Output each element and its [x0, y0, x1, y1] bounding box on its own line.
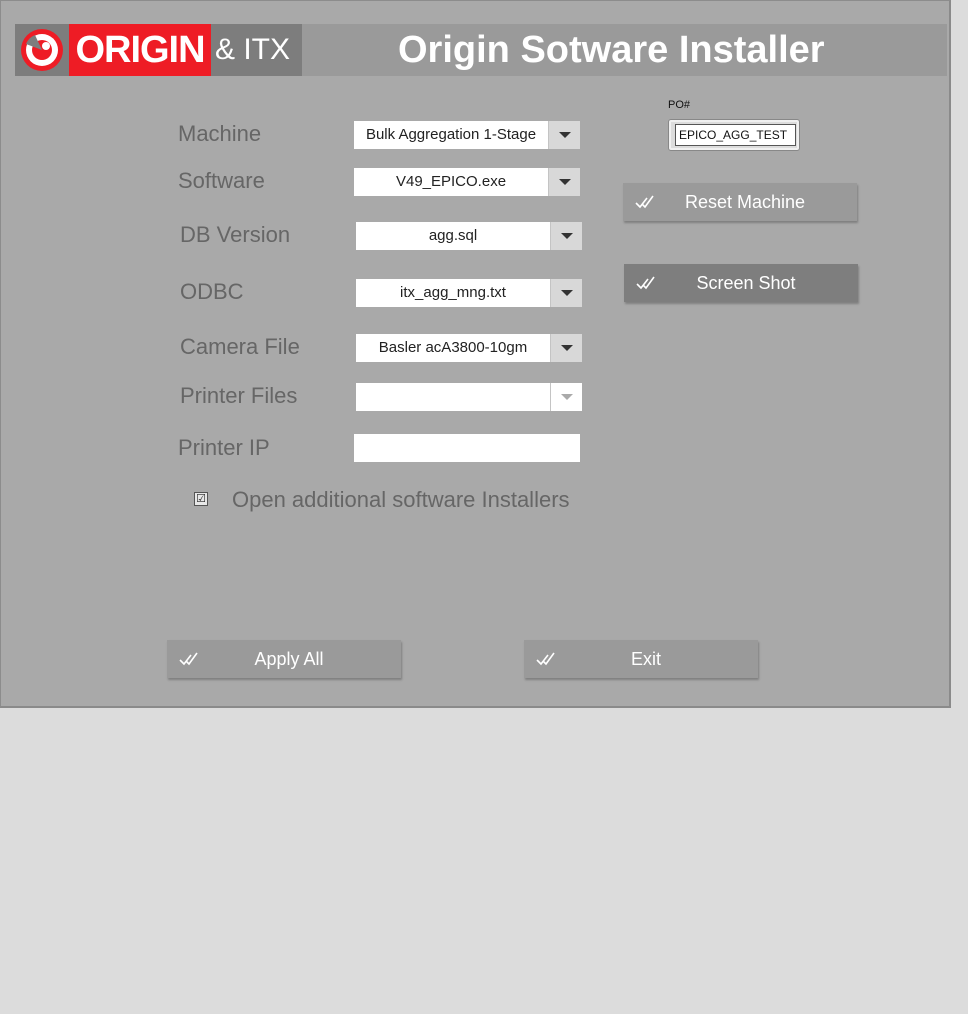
camera-file-label: Camera File — [180, 334, 300, 359]
machine-dropdown[interactable]: Bulk Aggregation 1-Stage — [354, 121, 580, 149]
printer-files-value — [356, 383, 550, 411]
camera-file-value: Basler acA3800-10gm — [378, 339, 528, 356]
reset-machine-button[interactable]: Reset Machine — [623, 183, 857, 221]
software-dropdown[interactable]: V49_EPICO.exe — [354, 168, 580, 196]
odbc-label: ODBC — [180, 279, 244, 304]
odbc-dropdown[interactable]: itx_agg_mng.txt — [356, 279, 582, 307]
open-installers-checkbox[interactable]: ☑ — [194, 492, 208, 506]
apply-all-label: Apply All — [254, 649, 324, 669]
software-value: V49_EPICO.exe — [395, 173, 507, 190]
software-label: Software — [178, 168, 265, 193]
chevron-down-icon[interactable] — [550, 222, 582, 250]
origin-logo-icon — [15, 24, 69, 76]
screen-shot-label: Screen Shot — [696, 273, 796, 293]
logo-text: ORIGIN — [69, 24, 211, 76]
printer-files-label: Printer Files — [180, 383, 298, 408]
chevron-down-icon[interactable] — [550, 383, 582, 411]
open-installers-label: Open additional software Installers — [232, 487, 570, 512]
page-title: Origin Sotware Installer — [398, 29, 825, 71]
camera-file-dropdown[interactable]: Basler acA3800-10gm — [356, 334, 582, 362]
exit-button[interactable]: Exit — [524, 640, 758, 678]
exit-label: Exit — [630, 649, 661, 669]
chevron-down-icon[interactable] — [548, 121, 580, 149]
chevron-down-icon[interactable] — [548, 168, 580, 196]
installer-window: ORIGIN & ITX Origin Sotware Installer Ma… — [0, 0, 951, 708]
apply-all-button[interactable]: Apply All — [167, 640, 401, 678]
chevron-down-icon[interactable] — [550, 334, 582, 362]
chevron-down-icon[interactable] — [550, 279, 582, 307]
machine-label: Machine — [178, 121, 262, 146]
logo: ORIGIN & ITX — [15, 24, 302, 76]
po-field: EPICO_AGG_TEST — [668, 119, 800, 151]
machine-value: Bulk Aggregation 1-Stage — [365, 126, 537, 143]
printer-ip-label: Printer IP — [178, 435, 270, 460]
db-version-dropdown[interactable]: agg.sql — [356, 222, 582, 250]
db-version-label: DB Version — [180, 222, 291, 247]
reset-machine-label: Reset Machine — [684, 192, 806, 212]
printer-ip-input[interactable] — [354, 434, 580, 462]
printer-files-dropdown[interactable] — [356, 383, 582, 411]
logo-suffix: & ITX — [215, 33, 291, 66]
header-bar: ORIGIN & ITX Origin Sotware Installer — [15, 24, 947, 76]
odbc-value: itx_agg_mng.txt — [400, 284, 506, 301]
screen-shot-button[interactable]: Screen Shot — [624, 264, 858, 302]
po-label: PO# — [668, 99, 691, 111]
po-input[interactable]: EPICO_AGG_TEST — [675, 124, 796, 146]
db-version-value: agg.sql — [428, 227, 478, 244]
